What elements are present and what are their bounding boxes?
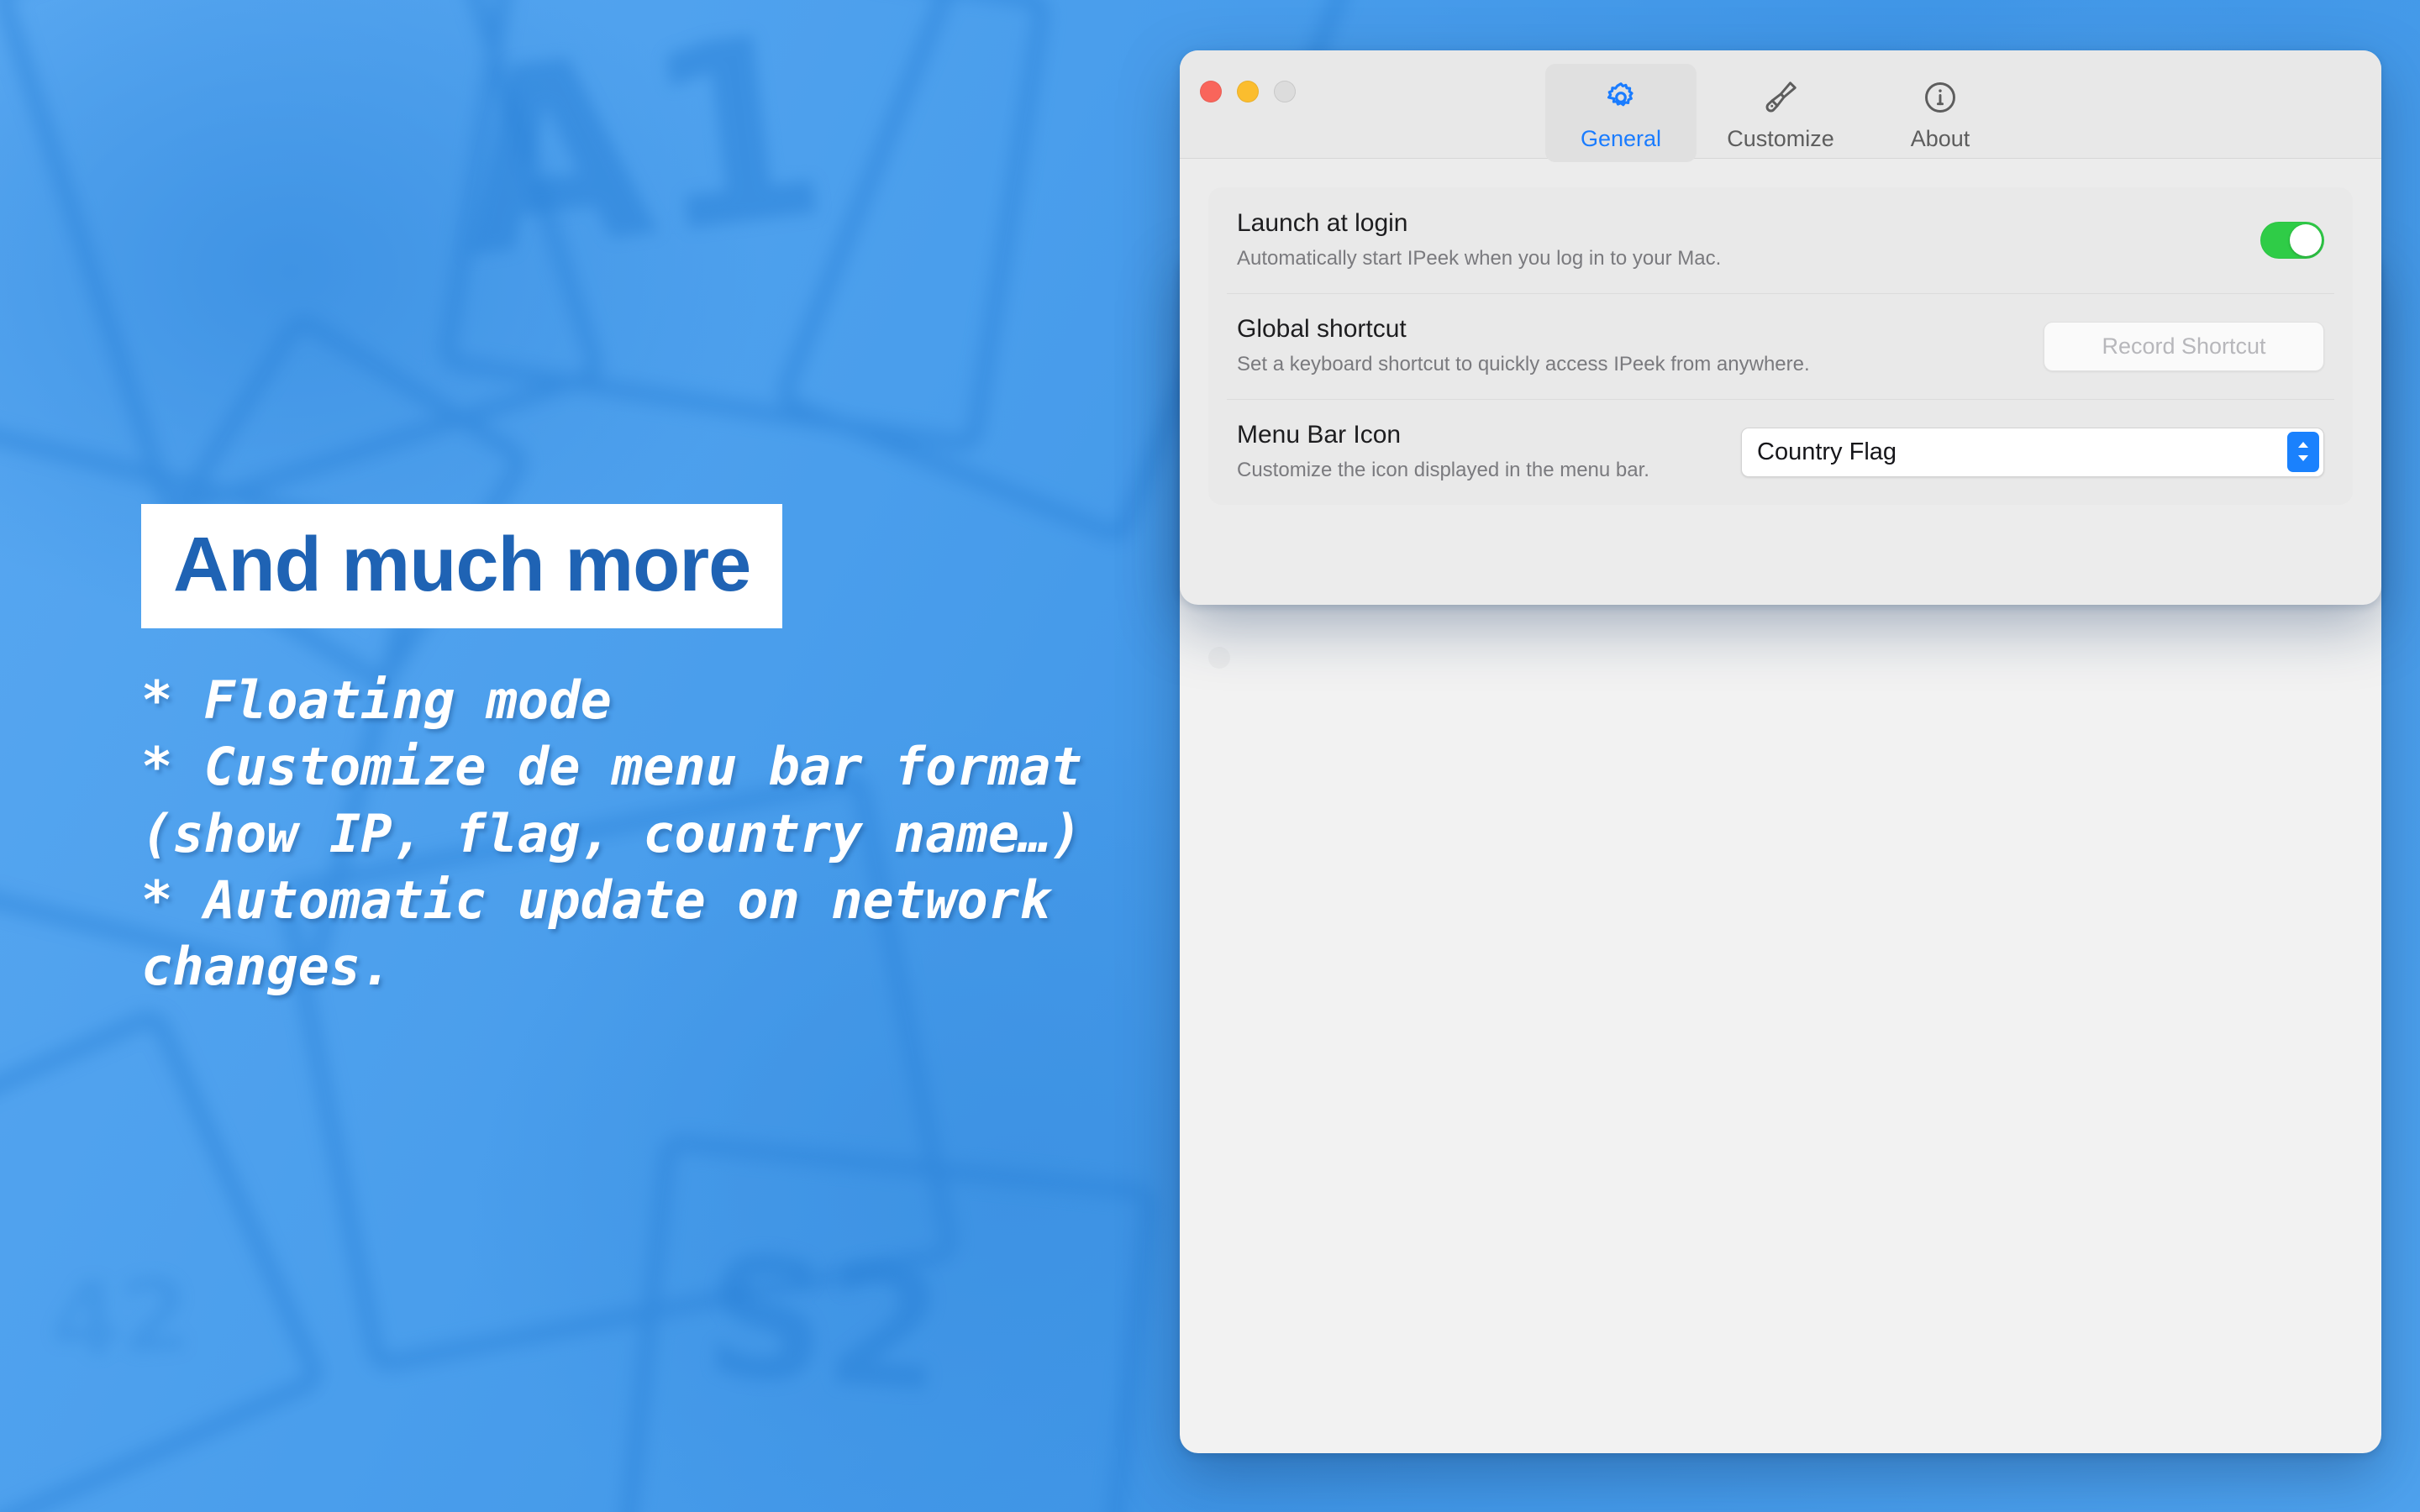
settings-row: Global shortcut Set a keyboard shortcut t… bbox=[1208, 293, 2353, 399]
settings-row-control: Record Shortcut bbox=[2044, 321, 2324, 371]
menu-bar-icon-value: Country Flag bbox=[1757, 438, 1897, 465]
close-button[interactable] bbox=[1200, 81, 1222, 102]
settings-row: Launch at login Automatically start IPeek… bbox=[1208, 187, 2353, 293]
record-shortcut-button[interactable]: Record Shortcut bbox=[2044, 321, 2324, 371]
promo-headline-box: And much more bbox=[141, 504, 783, 628]
toggle-switch[interactable] bbox=[2260, 222, 2324, 259]
settings-row-title: Launch at login bbox=[1237, 209, 1408, 238]
settings-row-subtitle: Set a keyboard shortcut to quickly acces… bbox=[1237, 352, 1810, 375]
paintbrush-icon bbox=[1708, 76, 1853, 119]
background-glyph-2: 42 bbox=[47, 1256, 194, 1381]
tab-general[interactable]: General bbox=[1545, 64, 1697, 162]
tab-about-label: About bbox=[1910, 126, 1970, 151]
tab-customize-label: Customize bbox=[1727, 126, 1834, 151]
zoom-button[interactable] bbox=[1274, 81, 1296, 102]
general-settings-body: Launch at login Automatically start IPeek… bbox=[1180, 159, 2381, 533]
window-titlebar: General Customize About bbox=[1180, 50, 2381, 162]
menu-bar-icon-select[interactable]: Country Flag bbox=[1741, 427, 2324, 477]
tab-customize[interactable]: Customize bbox=[1705, 64, 1856, 162]
toolbar-tabs: General Customize About bbox=[1180, 50, 2381, 162]
settings-row: Menu Bar Icon Customize the icon displaye… bbox=[1208, 399, 2353, 505]
traffic-lights bbox=[1200, 81, 1296, 102]
toggle-knob bbox=[2290, 224, 2322, 256]
settings-row-text: Launch at login Automatically start IPeek… bbox=[1237, 208, 2260, 271]
tab-about[interactable]: About bbox=[1865, 64, 2016, 162]
settings-row-subtitle: Automatically start IPeek when you log i… bbox=[1237, 246, 1722, 270]
general-settings-card: Launch at login Automatically start IPeek… bbox=[1208, 187, 2353, 505]
settings-row-subtitle: Customize the icon displayed in the menu… bbox=[1237, 458, 1649, 481]
chevron-updown-icon[interactable] bbox=[2287, 431, 2319, 472]
promo-block: And much more * Floating mode * Customiz… bbox=[141, 504, 1133, 1000]
settings-row-control bbox=[2260, 222, 2324, 259]
info-circle-icon bbox=[1868, 76, 2012, 119]
settings-row: Show MapDisplay a map with the IP locati… bbox=[1208, 647, 1230, 669]
settings-row-text: Menu Bar Icon Customize the icon displaye… bbox=[1237, 420, 1741, 483]
promo-headline: And much more bbox=[173, 522, 751, 607]
settings-row-control: Country Flag bbox=[1741, 427, 2324, 477]
tab-general-label: General bbox=[1580, 126, 1662, 151]
promo-feature-item: * Customize de menu bar format (show IP,… bbox=[141, 736, 1082, 864]
settings-row-title: Global shortcut bbox=[1237, 315, 1407, 344]
promo-feature-item: * Automatic update on network changes. bbox=[141, 869, 1051, 998]
screenshot-root: A1 S2 42 And much more * Floating mode *… bbox=[0, 0, 2420, 1512]
background-glyph-1: S2 bbox=[699, 1218, 950, 1431]
background-glyph-0: A1 bbox=[437, 0, 841, 315]
minimize-button[interactable] bbox=[1237, 81, 1259, 102]
settings-row-title: Menu Bar Icon bbox=[1237, 421, 1402, 449]
display-settings-card: Show MapDisplay a map with the IP locati… bbox=[1208, 647, 1230, 669]
general-settings-window: General Customize About Launch at login … bbox=[1180, 50, 2381, 605]
promo-feature-list: * Floating mode * Customize de menu bar … bbox=[141, 667, 1116, 1000]
promo-feature-item: * Floating mode bbox=[141, 669, 612, 731]
gear-icon bbox=[1549, 76, 1693, 119]
settings-row-text: Global shortcut Set a keyboard shortcut t… bbox=[1237, 314, 2044, 377]
